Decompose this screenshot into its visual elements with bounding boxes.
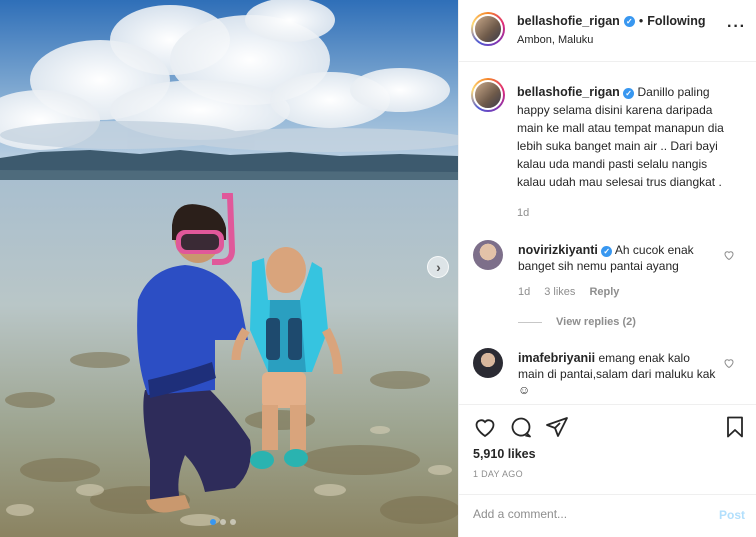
carousel-dot bbox=[230, 519, 236, 525]
comment-icon[interactable] bbox=[509, 415, 533, 439]
post-details-panel: bellashofie_rigan ✓ • Following Ambon, M… bbox=[458, 0, 756, 537]
post-actions: 5,910 likes 1 DAY AGO bbox=[459, 404, 756, 502]
comment-time[interactable]: 1d bbox=[518, 286, 530, 298]
carousel-dot bbox=[220, 519, 226, 525]
comment-username[interactable]: novirizkiyanti bbox=[518, 243, 598, 257]
bookmark-icon[interactable] bbox=[723, 415, 747, 439]
verified-badge-icon: ✓ bbox=[623, 88, 635, 99]
likes-count[interactable]: 5,910 likes bbox=[473, 447, 536, 461]
caption: bellashofie_rigan ✓ Danillo paling happy… bbox=[517, 83, 737, 191]
view-replies-label: View replies (2) bbox=[556, 316, 636, 328]
post-location[interactable]: Ambon, Maluku bbox=[517, 34, 706, 46]
carousel-dots bbox=[210, 519, 236, 525]
author-avatar[interactable] bbox=[471, 12, 505, 46]
reply-button[interactable]: Reply bbox=[589, 286, 619, 298]
comment-avatar[interactable] bbox=[473, 348, 503, 378]
author-username[interactable]: bellashofie_rigan bbox=[517, 14, 620, 28]
comment-avatar[interactable] bbox=[473, 240, 503, 270]
comment: imafebriyanii emang enak kalo main di pa… bbox=[518, 350, 718, 398]
add-comment-input[interactable] bbox=[473, 507, 693, 521]
comment-username[interactable]: imafebriyanii bbox=[518, 351, 595, 365]
chevron-right-icon: › bbox=[436, 259, 441, 275]
caption-username[interactable]: bellashofie_rigan bbox=[517, 85, 620, 99]
comments-list[interactable]: bellashofie_rigan ✓ Danillo paling happy… bbox=[459, 62, 756, 404]
comment: novirizkiyanti ✓ Ah cucok enak banget si… bbox=[518, 242, 718, 274]
post-header: bellashofie_rigan ✓ • Following Ambon, M… bbox=[459, 0, 756, 62]
caption-avatar[interactable] bbox=[471, 78, 505, 112]
more-dots-icon[interactable]: ··· bbox=[727, 18, 746, 36]
comment-meta: 1d 3 likes Reply bbox=[518, 286, 619, 298]
verified-badge-icon: ✓ bbox=[601, 246, 613, 257]
post-photo[interactable]: › bbox=[0, 0, 458, 537]
carousel-dot bbox=[210, 519, 216, 525]
view-replies-button[interactable]: View replies (2) bbox=[518, 316, 636, 328]
caption-text: Danillo paling happy selama disini karen… bbox=[517, 85, 724, 189]
comment-likes[interactable]: 3 likes bbox=[544, 286, 575, 298]
caption-time[interactable]: 1d bbox=[517, 207, 529, 219]
beach-photo-image bbox=[0, 0, 458, 537]
next-photo-button[interactable]: › bbox=[427, 256, 449, 278]
post-comment-button[interactable]: Post bbox=[719, 508, 745, 522]
bullet-separator: • bbox=[638, 14, 644, 28]
like-comment-heart-icon[interactable] bbox=[723, 249, 735, 261]
verified-badge-icon: ✓ bbox=[623, 15, 635, 27]
add-comment-bar: Post bbox=[459, 494, 756, 537]
following-button[interactable]: Following bbox=[647, 14, 705, 28]
share-icon[interactable] bbox=[545, 415, 569, 439]
like-comment-heart-icon[interactable] bbox=[723, 357, 735, 369]
heart-icon[interactable] bbox=[473, 415, 497, 439]
post-timestamp[interactable]: 1 DAY AGO bbox=[473, 469, 523, 479]
divider-line bbox=[518, 321, 542, 323]
